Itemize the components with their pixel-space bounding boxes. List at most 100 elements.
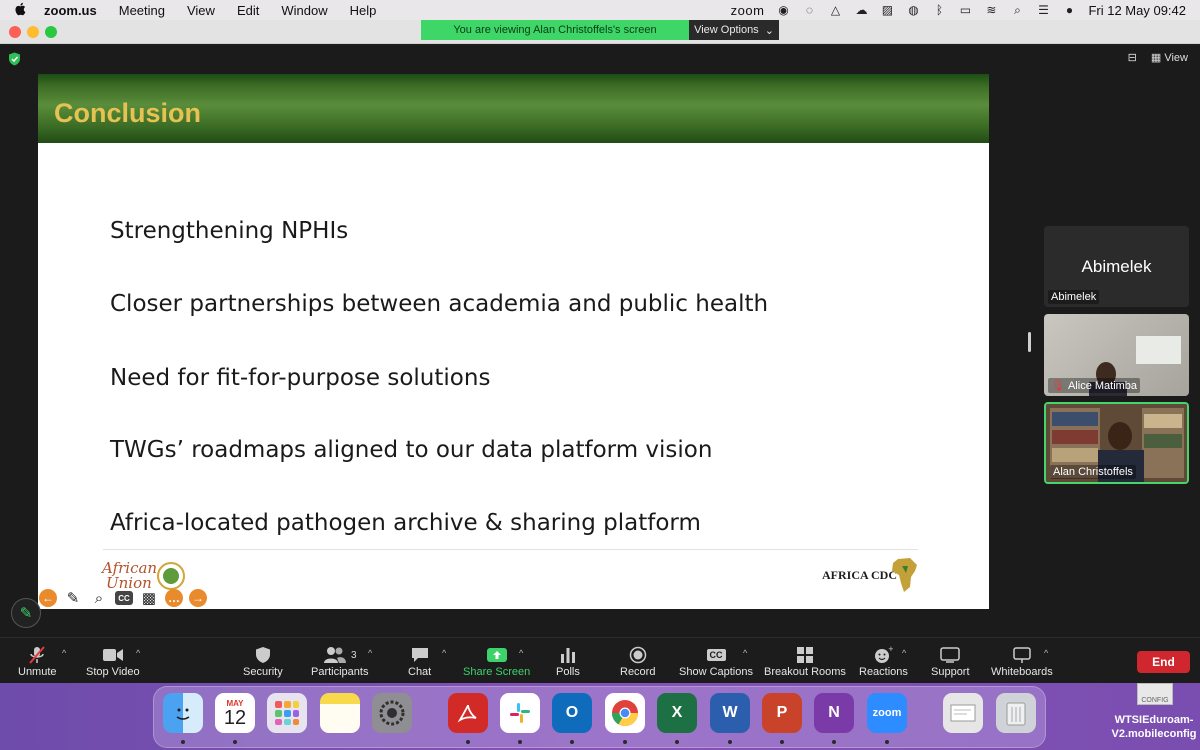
wifi-icon[interactable]: ≋ <box>984 3 998 17</box>
zoom-magnify-icon[interactable]: ⌕ <box>89 589 109 607</box>
annotate-pencil-button[interactable]: ✎ <box>11 598 41 628</box>
whiteboards-chevron-icon[interactable]: ^ <box>1044 648 1048 658</box>
record-icon <box>629 644 647 666</box>
view-controls: ⊟ ▦ View <box>1128 51 1188 64</box>
share-options-chevron-icon[interactable]: ^ <box>519 648 523 658</box>
participant-name-label: 🎙 Alice Matimba <box>1048 378 1141 393</box>
dock-powerpoint-icon[interactable]: P <box>762 693 802 733</box>
show-captions-button[interactable]: CC Show Captions <box>679 644 753 678</box>
bluetooth-icon[interactable]: ᛒ <box>932 3 946 17</box>
dock-outlook-icon[interactable]: O <box>552 693 592 733</box>
running-indicator <box>780 740 784 744</box>
globe-icon[interactable]: ◍ <box>906 3 920 17</box>
close-window-button[interactable] <box>9 26 21 38</box>
sync-status-icon[interactable]: ◌ <box>802 3 816 17</box>
dock-word-icon[interactable]: W <box>710 693 750 733</box>
participant-tile-alice-matimba[interactable]: 🎙 Alice Matimba <box>1044 314 1189 396</box>
previous-slide-icon[interactable]: ← <box>39 589 57 607</box>
menu-view[interactable]: View <box>187 3 215 18</box>
menu-app-name[interactable]: zoom.us <box>44 3 97 18</box>
cloud-icon[interactable]: ☁ <box>854 3 868 17</box>
menubar-clock[interactable]: Fri 12 May 09:42 <box>1088 3 1186 18</box>
menu-edit[interactable]: Edit <box>237 3 259 18</box>
menubar-zoom-status[interactable]: zoom <box>731 3 765 18</box>
view-options-button[interactable]: View Options ⌄ <box>689 20 779 40</box>
running-indicator <box>518 740 522 744</box>
dock-chrome-icon[interactable] <box>605 693 645 733</box>
share-screen-label: Share Screen <box>463 666 531 678</box>
menu-window[interactable]: Window <box>281 3 327 18</box>
dock-system-settings-icon[interactable] <box>372 693 412 733</box>
next-slide-icon[interactable]: → <box>189 589 207 607</box>
african-union-logo: African Union <box>102 561 157 591</box>
desktop-file-label[interactable]: WTSIEduroam-V2.mobileconfig <box>1108 713 1200 741</box>
running-indicator <box>570 740 574 744</box>
panel-resize-handle[interactable] <box>1028 332 1031 352</box>
chat-chevron-icon[interactable]: ^ <box>442 648 446 658</box>
mobileconfig-file-icon[interactable]: CONFIG <box>1137 683 1173 705</box>
siri-icon[interactable]: ● <box>1062 3 1076 17</box>
maximize-window-button[interactable] <box>45 26 57 38</box>
share-banner-message: You are viewing Alan Christoffels's scre… <box>421 20 689 40</box>
end-meeting-button[interactable]: End <box>1137 651 1190 673</box>
participant-tile-alan-christoffels[interactable]: Alan Christoffels <box>1044 402 1189 484</box>
menu-help[interactable]: Help <box>350 3 377 18</box>
immersive-icon[interactable]: ⊟ <box>1128 51 1137 64</box>
dock-slack-icon[interactable] <box>500 693 540 733</box>
dock-onenote-icon[interactable]: N <box>814 693 854 733</box>
video-off-icon[interactable]: ▩ <box>139 589 159 607</box>
breakout-rooms-label: Breakout Rooms <box>764 666 846 678</box>
audio-options-chevron-icon[interactable]: ^ <box>62 648 66 658</box>
drive-icon[interactable]: △ <box>828 3 842 17</box>
reactions-button[interactable]: + Reactions <box>859 644 908 678</box>
unmute-button[interactable]: Unmute <box>18 644 57 678</box>
pen-icon[interactable]: ✎ <box>63 589 83 607</box>
dock-preview-icon[interactable] <box>943 693 983 733</box>
record-button[interactable]: Record <box>620 644 655 678</box>
polls-button[interactable]: Polls <box>556 644 580 678</box>
participants-button[interactable]: 3 Participants <box>311 644 368 678</box>
calendar-day: 12 <box>223 706 247 729</box>
dock-trash-icon[interactable] <box>996 693 1036 733</box>
file-type-label: CONFIG <box>1141 697 1169 704</box>
participant-display-name: Abimelek <box>1081 257 1152 276</box>
participants-chevron-icon[interactable]: ^ <box>368 648 372 658</box>
running-indicator <box>675 740 679 744</box>
dock-excel-icon[interactable]: X <box>657 693 697 733</box>
spotlight-search-icon[interactable]: ⌕ <box>1010 3 1024 17</box>
whiteboards-label: Whiteboards <box>991 666 1053 678</box>
security-button[interactable]: Security <box>243 644 283 678</box>
dock-zoom-icon[interactable]: zoom <box>867 693 907 733</box>
slide-bullet: Closer partnerships between academia and… <box>110 291 769 317</box>
zoom-window-titlebar: You are viewing Alan Christoffels's scre… <box>0 20 1200 44</box>
stop-video-button[interactable]: Stop Video <box>86 644 140 678</box>
running-indicator <box>623 740 627 744</box>
minimize-window-button[interactable] <box>27 26 39 38</box>
breakout-rooms-button[interactable]: Breakout Rooms <box>764 644 846 678</box>
support-button[interactable]: Support <box>931 644 970 678</box>
more-options-icon[interactable]: … <box>165 589 183 607</box>
captions-cc-icon[interactable]: CC <box>115 591 133 605</box>
participant-name: Abimelek <box>1051 291 1097 303</box>
dock-acrobat-icon[interactable] <box>448 693 488 733</box>
menu-meeting[interactable]: Meeting <box>119 3 165 18</box>
record-status-icon[interactable]: ◉ <box>776 3 790 17</box>
running-indicator <box>233 740 237 744</box>
battery-icon[interactable]: ▭ <box>958 3 972 17</box>
control-center-icon[interactable]: ☰ <box>1036 3 1050 17</box>
chat-button[interactable]: Chat <box>408 644 431 678</box>
slack-status-icon[interactable]: ▨ <box>880 3 894 17</box>
dock-calendar-icon[interactable]: MAY 12 <box>215 693 255 733</box>
dock-finder-icon[interactable] <box>163 693 203 733</box>
reactions-chevron-icon[interactable]: ^ <box>902 648 906 658</box>
security-shield-icon <box>255 644 271 666</box>
apple-icon[interactable] <box>14 2 30 19</box>
participant-tile-abimelek[interactable]: Abimelek Abimelek <box>1044 226 1189 307</box>
view-button[interactable]: ▦ View <box>1151 51 1188 64</box>
dock-notes-icon[interactable] <box>320 693 360 733</box>
shared-slide: Conclusion Strengthening NPHIs Closer pa… <box>38 74 989 609</box>
video-options-chevron-icon[interactable]: ^ <box>136 648 140 658</box>
dock-launchpad-icon[interactable] <box>267 693 307 733</box>
captions-chevron-icon[interactable]: ^ <box>743 648 747 658</box>
encryption-shield-icon[interactable] <box>8 52 21 66</box>
